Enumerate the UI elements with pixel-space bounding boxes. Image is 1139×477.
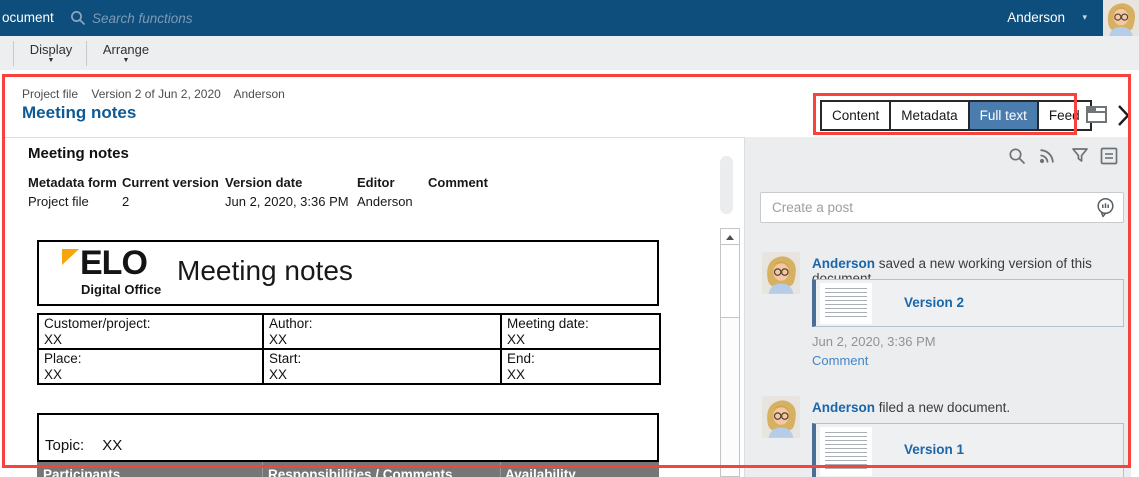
meta-value-form: Project file [28,194,89,209]
cell-customer: Customer/project: XX [37,313,264,350]
responsibilities-col: Responsibilities / Comments [268,467,453,477]
breadcrumb-editor: Anderson [233,87,285,101]
meta-value-date: Jun 2, 2020, 3:36 PM [225,194,349,209]
filter-icon[interactable] [1071,147,1089,164]
cell-start: Start: XX [262,348,502,385]
create-post-input[interactable] [760,192,1124,223]
feed-avatar [762,252,800,294]
chevron-down-icon: ▾ [1082,12,1087,22]
feed-timestamp: Jun 2, 2020, 3:36 PM [812,334,936,349]
meta-value-version: 2 [122,194,130,209]
preview-title: Meeting notes [177,255,353,286]
document-preview: ELO Digital Office Meeting notes Custome… [37,240,661,477]
availability-col: Availability [505,467,576,477]
chevron-down-icon: ▼ [47,57,55,64]
cell-author: Author: XX [262,313,502,350]
version-card[interactable]: Version 2 [812,279,1124,327]
version-label: Version 1 [904,442,965,457]
meta-header-form: Metadata form [28,175,117,190]
feed-options-icon[interactable] [1100,147,1118,165]
page-title: Meeting notes [22,103,137,122]
comment-link[interactable]: Comment [812,353,868,368]
chevron-right-icon[interactable] [1117,104,1130,127]
column-divider [500,462,501,477]
topic-label: Topic: [45,437,85,454]
tab-feed[interactable]: Feed [1036,100,1092,131]
user-avatar[interactable] [1103,0,1139,36]
toolbar-divider [86,41,87,66]
elo-logo: ELO [80,244,148,282]
meta-header-comment: Comment [428,175,488,190]
document-thumbnail [820,427,872,476]
ribbon-toolbar: Display ▼ Arrange ▼ [0,36,1139,70]
search-icon [70,10,86,26]
top-bar: ocument Anderson ▾ [0,0,1139,36]
preview-scrollbar[interactable] [720,228,740,477]
elo-logo-subtitle: Digital Office [81,282,162,297]
document-thumbnail [820,283,872,324]
view-tabs: Content Metadata Full text Feed [820,100,1092,131]
version-label: Version 2 [904,295,965,310]
feed-search-icon[interactable] [1008,147,1026,165]
meta-value-editor: Anderson [357,194,413,209]
scroll-up-button[interactable] [721,229,739,245]
tab-metadata[interactable]: Metadata [889,100,970,131]
tab-fulltext[interactable]: Full text [967,100,1039,131]
arrange-button[interactable]: Arrange ▼ [94,36,158,70]
rss-feed-icon[interactable] [1038,147,1056,165]
preview-info-table: Customer/project: XX Author: XX Meeting da… [37,313,661,385]
meta-header-date: Version date [225,175,303,190]
cell-end: End: XX [500,348,661,385]
breadcrumb-form: Project file [22,87,79,101]
layout-panel-icon[interactable] [1086,106,1107,123]
post-bubble-icon[interactable] [1095,197,1116,218]
meta-header-version: Current version [122,175,219,190]
topic-value: XX [102,437,123,454]
cell-place: Place: XX [37,348,264,385]
column-divider [262,462,263,477]
chevron-down-icon: ▼ [122,57,130,64]
preview-header-box: ELO Digital Office Meeting notes [37,240,659,306]
fulltext-heading: Meeting notes [28,145,129,162]
fulltext-scrollbar-thumb[interactable] [720,156,733,214]
preview-participants-header: Participants Responsibilities / Comments… [37,462,659,477]
feed-author-link[interactable]: Anderson [812,400,875,415]
document-menu[interactable]: ocument [2,10,54,25]
version-card[interactable]: Version 1 [812,423,1124,477]
tab-content[interactable]: Content [820,100,892,131]
preview-scrollbar-thumb[interactable] [721,246,739,318]
breadcrumb: Project file Version 2 of Jun 2, 2020 An… [22,87,295,101]
preview-topic-box: Topic: XX [37,413,659,462]
meta-header-editor: Editor [357,175,395,190]
search-input[interactable] [92,6,612,30]
toolbar-divider [13,41,14,66]
elo-client-window: ocument Anderson ▾ Display ▼ Arrange ▼ P… [0,0,1139,477]
user-menu[interactable]: Anderson [1007,10,1065,25]
feed-panel: Anderson saved a new working version of … [745,137,1131,477]
cell-meeting-date: Meeting date: XX [500,313,661,350]
breadcrumb-version: Version 2 of Jun 2, 2020 [91,87,221,101]
feed-avatar [762,396,800,438]
participants-col: Participants [43,467,121,477]
elo-logo-triangle-icon [62,249,79,265]
feed-entry-text: Anderson filed a new document. [812,400,1011,415]
feed-author-link[interactable]: Anderson [812,256,875,271]
display-button[interactable]: Display ▼ [20,36,82,70]
triangle-up-icon [726,235,734,240]
